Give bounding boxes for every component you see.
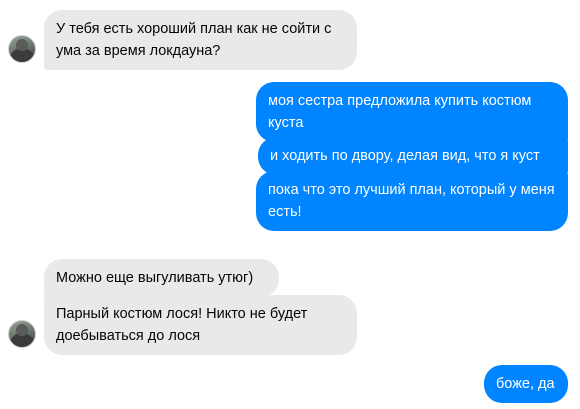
message-incoming[interactable]: Парный костюм лося! Никто не будет доебы… <box>44 295 357 355</box>
contact-avatar[interactable] <box>8 320 36 348</box>
message-outgoing[interactable]: боже, да <box>484 365 568 403</box>
message-outgoing[interactable]: пока что это лучший план, который у меня… <box>256 171 568 231</box>
message-incoming[interactable]: У тебя есть хороший план как не сойти с … <box>44 10 357 70</box>
message-outgoing[interactable]: моя сестра предложила купить костюм куст… <box>256 82 568 142</box>
contact-avatar[interactable] <box>8 35 36 63</box>
message-outgoing[interactable]: и ходить по двору, делая вид, что я куст <box>258 137 568 175</box>
message-incoming[interactable]: Можно еще выгуливать утюг) <box>44 259 279 297</box>
